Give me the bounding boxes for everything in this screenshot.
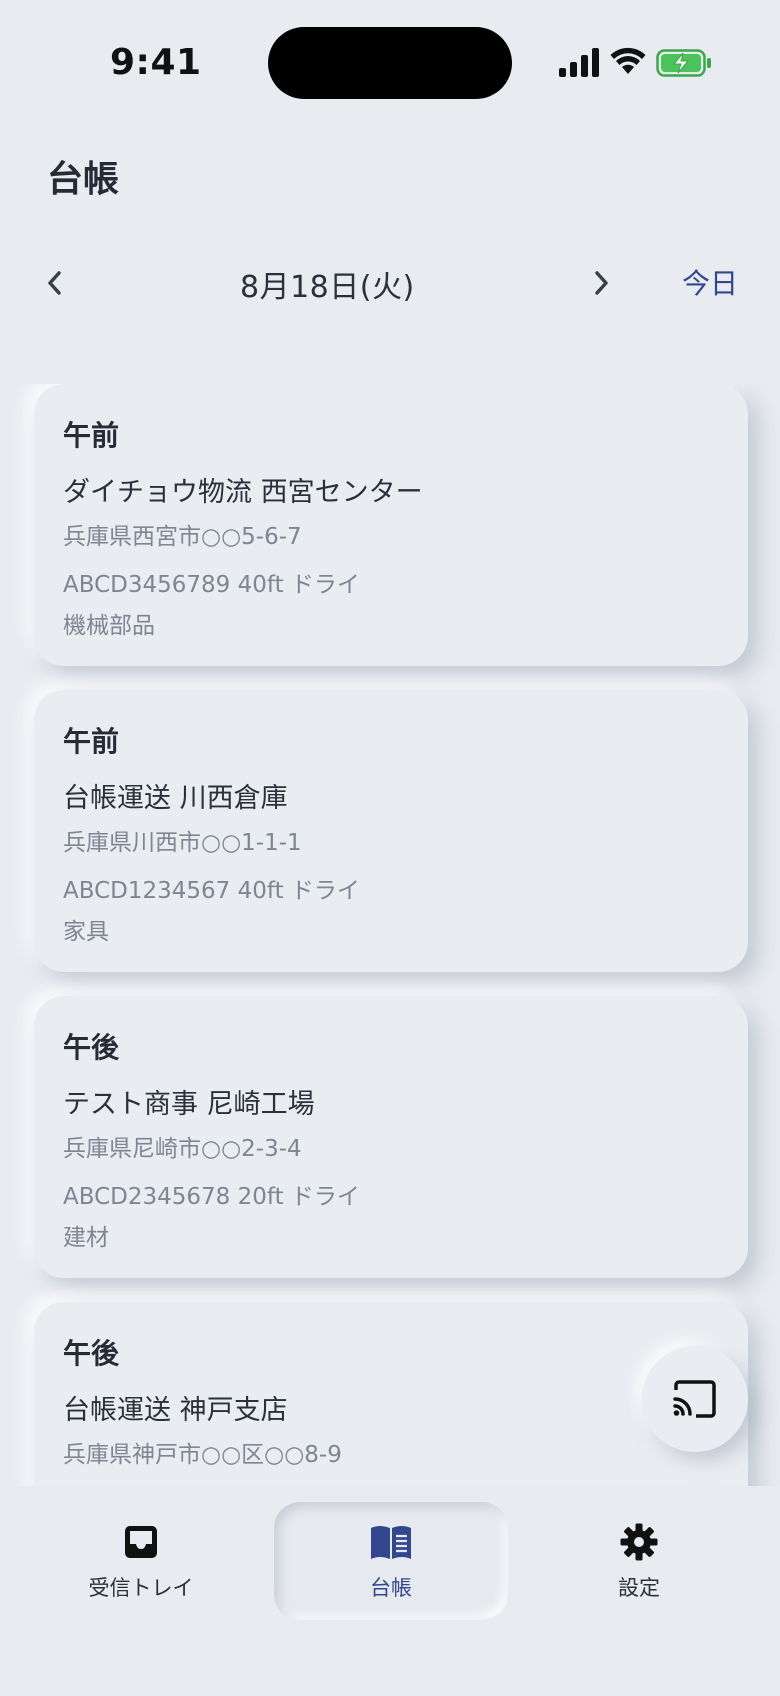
previous-day-button[interactable] — [32, 260, 78, 306]
card-container-info: ABCD1234567 40ft ドライ — [63, 878, 360, 904]
card-period: 午後 — [63, 1337, 120, 1370]
card-cargo: 建材 — [63, 1225, 109, 1251]
wifi-icon — [610, 47, 646, 74]
ledger-card[interactable]: 午前 ダイチョウ物流 西宮センター 兵庫県西宮市○○5-6-7 ABCD3456… — [34, 384, 748, 666]
card-cargo: 家具 — [63, 919, 109, 945]
tab-settings[interactable]: 設定 — [522, 1502, 756, 1620]
chevron-left-icon — [48, 271, 61, 295]
card-period: 午後 — [63, 1031, 120, 1064]
date-navigation: 8月18日(火) 今日 — [0, 250, 780, 316]
ledger-list: 午前 ダイチョウ物流 西宮センター 兵庫県西宮市○○5-6-7 ABCD3456… — [0, 384, 780, 1486]
page-title: 台帳 — [47, 159, 120, 200]
card-company-name: 台帳運送 神戸支店 — [63, 1395, 288, 1426]
tab-inbox-label: 受信トレイ — [88, 1576, 194, 1600]
card-container-info: ABCD2345678 20ft ドライ — [63, 1184, 360, 1210]
card-company-name: ダイチョウ物流 西宮センター — [63, 477, 423, 508]
status-time: 9:41 — [110, 42, 202, 83]
tab-ledger[interactable]: 台帳 — [274, 1502, 508, 1620]
cast-button[interactable] — [642, 1346, 748, 1452]
ledger-screen: 9:41 台帳 8月18日(火) 今日 午前 ダイチョウ物流 西宮センター 兵庫… — [0, 0, 780, 1696]
chevron-right-icon — [595, 271, 608, 295]
card-address: 兵庫県西宮市○○5-6-7 — [63, 524, 302, 550]
card-period: 午前 — [63, 419, 120, 452]
card-address: 兵庫県神戸市○○区○○8-9 — [63, 1442, 342, 1468]
ledger-card[interactable]: 午後 テスト商事 尼崎工場 兵庫県尼崎市○○2-3-4 ABCD2345678 … — [34, 996, 748, 1278]
inbox-icon — [125, 1526, 157, 1558]
current-date: 8月18日(火) — [240, 270, 415, 305]
tab-bar: 受信トレイ 台帳 設定 — [0, 1486, 780, 1696]
cellular-signal-icon — [559, 48, 599, 77]
today-button[interactable]: 今日 — [682, 262, 738, 302]
next-day-button[interactable] — [578, 260, 624, 306]
tab-inbox[interactable]: 受信トレイ — [24, 1502, 258, 1620]
card-company-name: テスト商事 尼崎工場 — [63, 1089, 315, 1120]
card-address: 兵庫県尼崎市○○2-3-4 — [63, 1136, 302, 1162]
gear-icon — [620, 1523, 658, 1561]
tab-ledger-label: 台帳 — [370, 1576, 412, 1600]
tab-settings-label: 設定 — [618, 1576, 660, 1600]
card-company-name: 台帳運送 川西倉庫 — [63, 783, 288, 814]
dynamic-island — [268, 27, 512, 99]
card-address: 兵庫県川西市○○1-1-1 — [63, 830, 302, 856]
cast-icon — [673, 1380, 716, 1418]
card-container-info: ABCD3456789 40ft ドライ — [63, 572, 360, 598]
ledger-card[interactable]: 午前 台帳運送 川西倉庫 兵庫県川西市○○1-1-1 ABCD1234567 4… — [34, 690, 748, 972]
card-cargo: 機械部品 — [63, 613, 155, 639]
ledger-card[interactable]: 午後 台帳運送 神戸支店 兵庫県神戸市○○区○○8-9 — [34, 1302, 748, 1486]
battery-charging-icon — [656, 49, 711, 77]
card-period: 午前 — [63, 725, 120, 758]
status-bar: 9:41 — [0, 0, 780, 130]
book-icon — [371, 1526, 411, 1559]
